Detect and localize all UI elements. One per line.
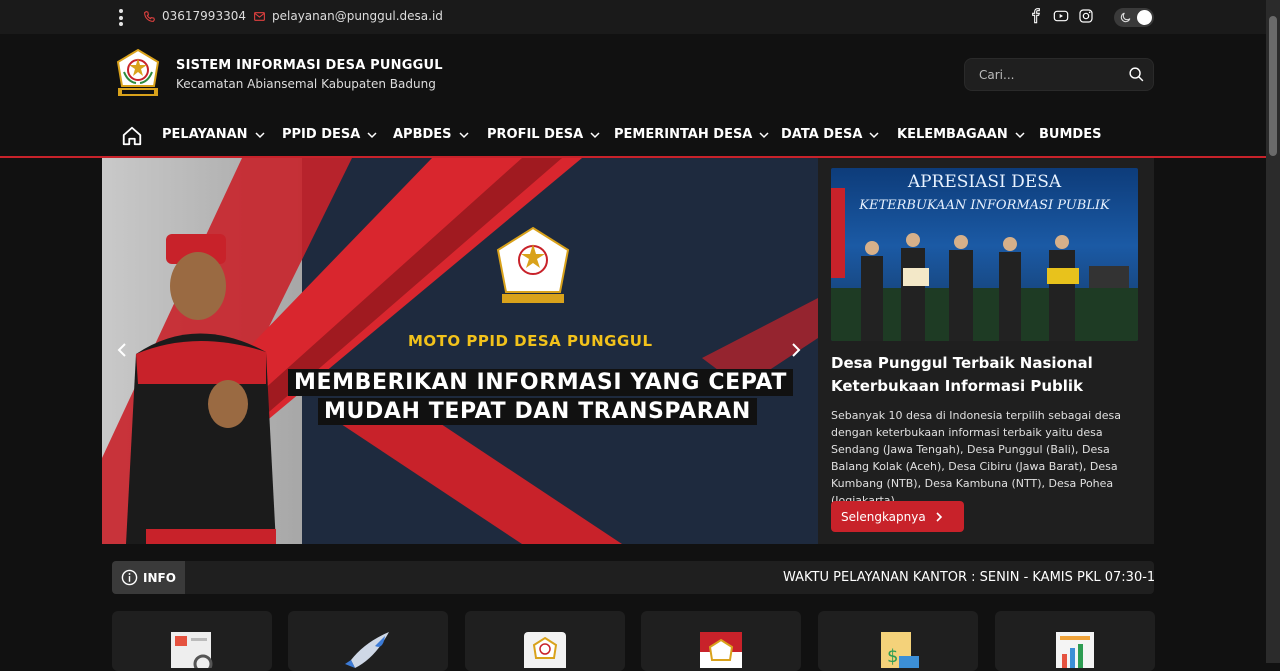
award-ceremony-image (831, 188, 1138, 341)
site-subtitle: Kecamatan Abiansemal Kabupaten Badung (176, 77, 436, 91)
toggle-knob (1137, 10, 1152, 25)
main-nav: PELAYANAN PPID DESA APBDES PROFIL DESA P… (0, 116, 1266, 158)
village-logo[interactable] (114, 48, 162, 100)
service-card[interactable] (112, 611, 272, 671)
featured-news-card: APRESIASI DESA KETERBUKAAN INFORMASI PUB… (818, 158, 1154, 544)
nav-item-apbdes[interactable]: APBDES (393, 127, 469, 142)
top-bar: 03617993304 pelayanan@punggul.desa.id (0, 0, 1266, 34)
slide-headline-line-2: MUDAH TEPAT DAN TRANSPARAN (318, 398, 757, 425)
nav-label: PELAYANAN (162, 127, 248, 142)
mail-icon (254, 11, 265, 21)
document-search-icon (171, 632, 213, 668)
search-box (964, 58, 1154, 91)
home-icon[interactable] (121, 125, 143, 147)
slide-person-image (126, 234, 276, 544)
finance-document-icon: $ (881, 632, 919, 668)
service-card[interactable]: $ (818, 611, 978, 671)
phone-number: 03617993304 (162, 9, 246, 23)
search-input[interactable] (979, 66, 1119, 84)
nav-item-pemerintah-desa[interactable]: PEMERINTAH DESA (614, 127, 769, 142)
info-icon (121, 569, 138, 586)
facebook-icon[interactable] (1028, 8, 1044, 24)
hero-slider[interactable]: MOTO PPID DESA PUNGGUL MEMBERIKAN INFORM… (102, 158, 818, 544)
chevron-down-icon (759, 131, 769, 138)
search-icon[interactable] (1128, 66, 1145, 83)
chevron-down-icon (255, 131, 265, 138)
social-links (1028, 8, 1094, 24)
nav-label: KELEMBAGAAN (897, 127, 1008, 142)
page-scrollbar[interactable] (1266, 0, 1280, 663)
slide-moto: MOTO PPID DESA PUNGGUL (408, 332, 653, 350)
read-more-button[interactable]: Selengkapnya (831, 501, 964, 532)
nav-label: DATA DESA (781, 127, 863, 142)
youtube-icon[interactable] (1053, 8, 1069, 24)
nav-label: APBDES (393, 127, 452, 142)
phone-icon (144, 10, 155, 22)
info-label: INFO (112, 561, 185, 594)
flag-logo-icon (700, 632, 742, 668)
nav-item-ppid-desa[interactable]: PPID DESA (282, 127, 377, 142)
scrollbar-thumb[interactable] (1269, 16, 1277, 156)
chart-report-icon (1056, 632, 1094, 668)
menu-dots-icon[interactable] (118, 9, 124, 26)
instagram-icon[interactable] (1078, 8, 1094, 24)
phone-contact[interactable]: 03617993304 (143, 9, 246, 23)
site-title[interactable]: SISTEM INFORMASI DESA PUNGGUL (176, 58, 443, 73)
chevron-right-icon (936, 511, 942, 522)
nav-label: PROFIL DESA (487, 127, 584, 142)
email-address: pelayanan@punggul.desa.id (272, 9, 443, 23)
chevron-down-icon (869, 131, 879, 138)
nav-label: PPID DESA (282, 127, 361, 142)
nav-item-bumdes[interactable]: BUMDES (1039, 127, 1101, 142)
info-ticker-text: WAKTU PELAYANAN KANTOR : SENIN - KAMIS P… (783, 570, 1154, 585)
nav-item-profil-desa[interactable]: PROFIL DESA (487, 127, 600, 142)
read-more-label: Selengkapnya (841, 509, 926, 524)
chevron-down-icon (1015, 131, 1025, 138)
chevron-down-icon (590, 131, 600, 138)
nav-item-pelayanan[interactable]: PELAYANAN (162, 127, 265, 142)
info-label-text: INFO (143, 570, 176, 585)
service-card[interactable] (288, 611, 448, 671)
service-card[interactable] (465, 611, 625, 671)
moon-icon (1120, 12, 1131, 23)
email-contact[interactable]: pelayanan@punggul.desa.id (253, 9, 443, 23)
dark-mode-toggle[interactable] (1114, 8, 1154, 27)
svg-text:$: $ (887, 646, 898, 667)
nav-item-data-desa[interactable]: DATA DESA (781, 127, 879, 142)
news-excerpt: Sebanyak 10 desa di Indonesia terpilih s… (831, 409, 1121, 507)
chevron-down-icon (459, 131, 469, 138)
site-header: SISTEM INFORMASI DESA PUNGGUL Kecamatan … (0, 34, 1266, 116)
service-cards: $ (112, 611, 1155, 671)
chevron-right-icon[interactable] (788, 342, 804, 358)
rocket-icon (345, 632, 389, 668)
chevron-left-icon[interactable] (114, 342, 130, 358)
nav-label: PEMERINTAH DESA (614, 127, 753, 142)
slide-headline-line-1: MEMBERIKAN INFORMASI YANG CEPAT (288, 369, 793, 396)
news-photo[interactable]: APRESIASI DESA KETERBUKAAN INFORMASI PUB… (831, 168, 1138, 341)
chevron-down-icon (367, 131, 377, 138)
info-ticker-bar: INFO WAKTU PELAYANAN KANTOR : SENIN - KA… (112, 561, 1154, 594)
news-title[interactable]: Desa Punggul Terbaik Nasional Keterbukaa… (831, 352, 1141, 398)
logo-card-icon (524, 632, 566, 668)
service-card[interactable] (641, 611, 801, 671)
nav-item-kelembagaan[interactable]: KELEMBAGAAN (897, 127, 1025, 142)
nav-label: BUMDES (1039, 127, 1102, 142)
service-card[interactable] (995, 611, 1155, 671)
